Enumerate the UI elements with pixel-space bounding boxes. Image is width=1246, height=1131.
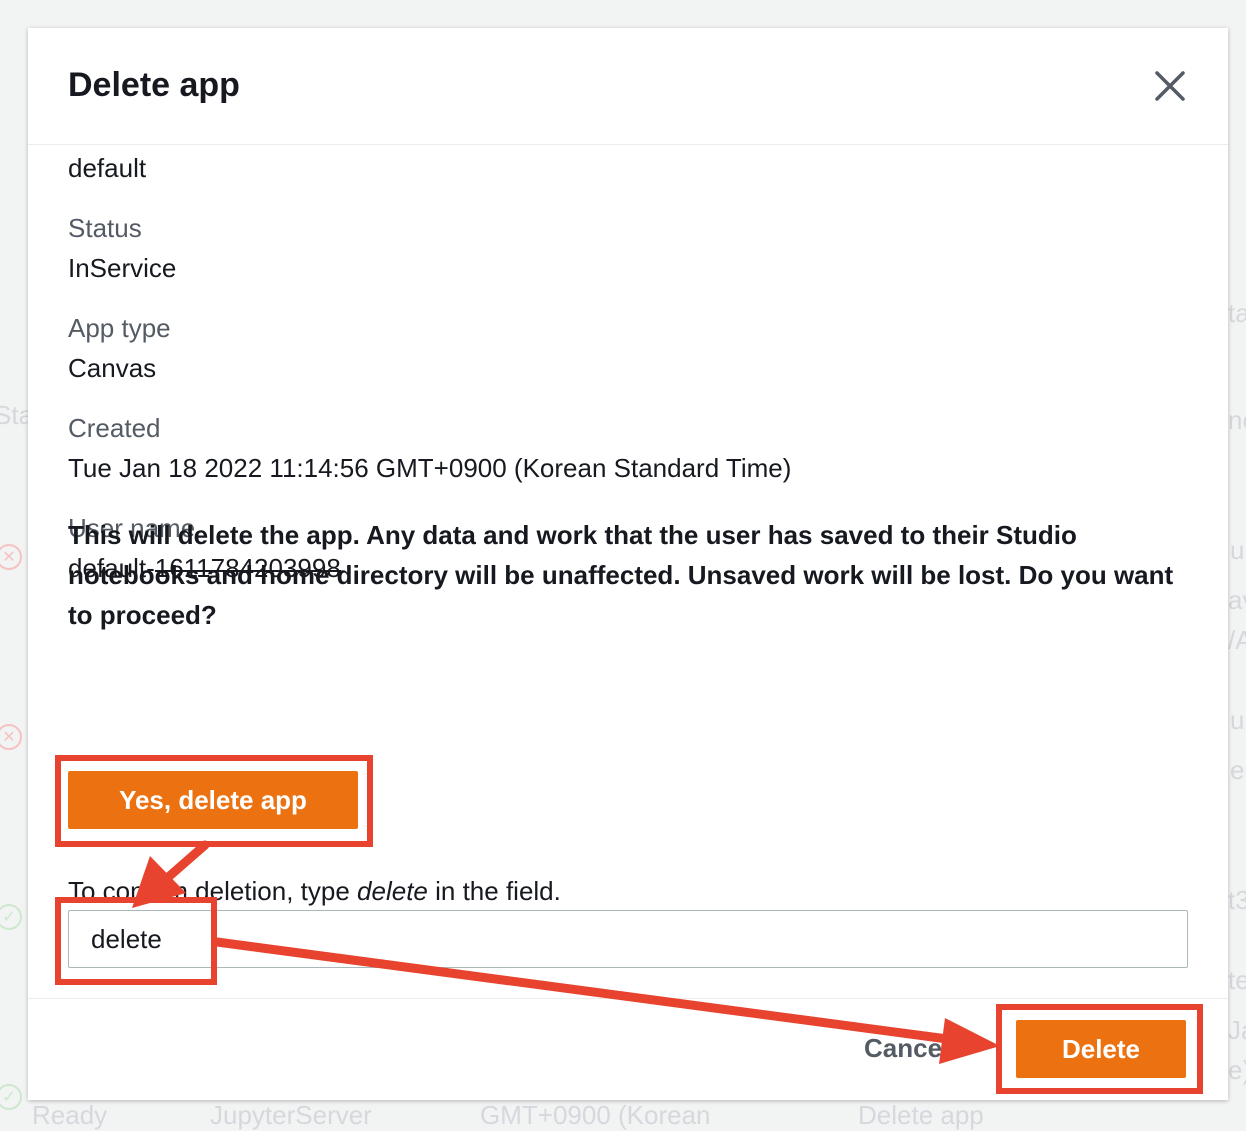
bg-fragment: Delete app bbox=[858, 1100, 984, 1130]
created-value: Tue Jan 18 2022 11:14:56 GMT+0900 (Korea… bbox=[68, 453, 792, 483]
confirm-delete-input[interactable] bbox=[68, 910, 1188, 968]
confirm-keyword: delete bbox=[357, 876, 428, 906]
app-type-value: Canvas bbox=[68, 353, 157, 383]
modal-header: Delete app bbox=[28, 28, 1228, 145]
bg-fragment: av bbox=[1228, 585, 1246, 615]
bg-fragment: t3 bbox=[1228, 885, 1246, 915]
yes-delete-app-button[interactable]: Yes, delete app bbox=[68, 771, 358, 829]
check-icon: ✓ bbox=[0, 904, 22, 930]
bg-fragment: u bbox=[1230, 535, 1245, 565]
bg-fragment: ne bbox=[1228, 405, 1246, 435]
bg-fragment: e bbox=[1230, 755, 1245, 785]
bg-fragment: JupyterServer bbox=[210, 1100, 372, 1130]
bg-fragment: e) bbox=[1228, 1055, 1246, 1085]
bg-fragment: u bbox=[1230, 705, 1245, 735]
error-icon: ✕ bbox=[0, 544, 22, 570]
confirm-suffix: in the field. bbox=[427, 876, 561, 906]
delete-warning: This will delete the app. Any data and w… bbox=[68, 520, 1174, 630]
app-type-label: App type bbox=[68, 313, 171, 343]
bg-fragment: GMT+0900 (Korean bbox=[480, 1100, 711, 1130]
confirm-instruction: To confirm deletion, type delete in the … bbox=[68, 876, 561, 907]
bg-fragment: Ready bbox=[32, 1100, 108, 1130]
bg-fragment: Ja bbox=[1228, 1015, 1246, 1045]
bg-fragment: /A bbox=[1228, 625, 1246, 655]
error-icon: ✕ bbox=[0, 724, 22, 750]
bg-fragment: ta bbox=[1228, 298, 1246, 328]
delete-app-modal: Delete app default Status InService App … bbox=[28, 28, 1228, 1100]
cancel-button[interactable]: Cancel bbox=[864, 1033, 949, 1064]
app-name-value: default bbox=[68, 153, 147, 183]
close-icon[interactable] bbox=[1152, 68, 1188, 104]
modal-title: Delete app bbox=[68, 66, 240, 104]
status-label: Status bbox=[68, 213, 142, 243]
check-icon: ✓ bbox=[0, 1084, 22, 1110]
delete-button[interactable]: Delete bbox=[1016, 1020, 1186, 1078]
status-value: InService bbox=[68, 253, 177, 283]
created-label: Created bbox=[68, 413, 161, 443]
confirm-prefix: To confirm deletion, type bbox=[68, 876, 358, 906]
bg-fragment: te bbox=[1228, 965, 1246, 995]
